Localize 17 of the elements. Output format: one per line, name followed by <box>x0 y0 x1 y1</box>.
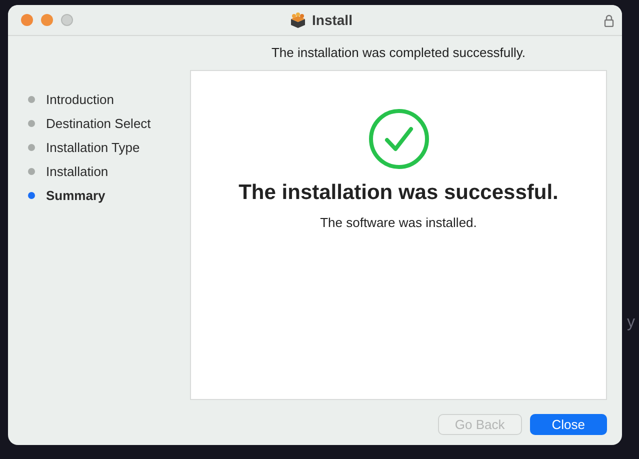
success-message: The software was installed. <box>320 215 477 230</box>
desktop-text: y <box>627 314 635 332</box>
step-item: Installation <box>28 163 108 180</box>
package-icon <box>289 12 307 28</box>
step-item: Summary <box>28 187 106 204</box>
close-button[interactable]: Close <box>530 414 607 435</box>
minimize-icon[interactable] <box>41 14 53 26</box>
step-item: Installation Type <box>28 139 140 156</box>
lock-icon <box>604 14 614 26</box>
zoom-icon[interactable] <box>61 14 73 26</box>
window-title: Install <box>312 12 352 28</box>
checkmark-icon <box>368 108 430 170</box>
step-item: Introduction <box>28 91 114 108</box>
close-icon[interactable] <box>21 14 33 26</box>
status-message: The installation was completed successfully. <box>271 44 526 62</box>
success-heading: The installation was successful. <box>238 181 558 205</box>
step-item: Destination Select <box>28 115 151 132</box>
